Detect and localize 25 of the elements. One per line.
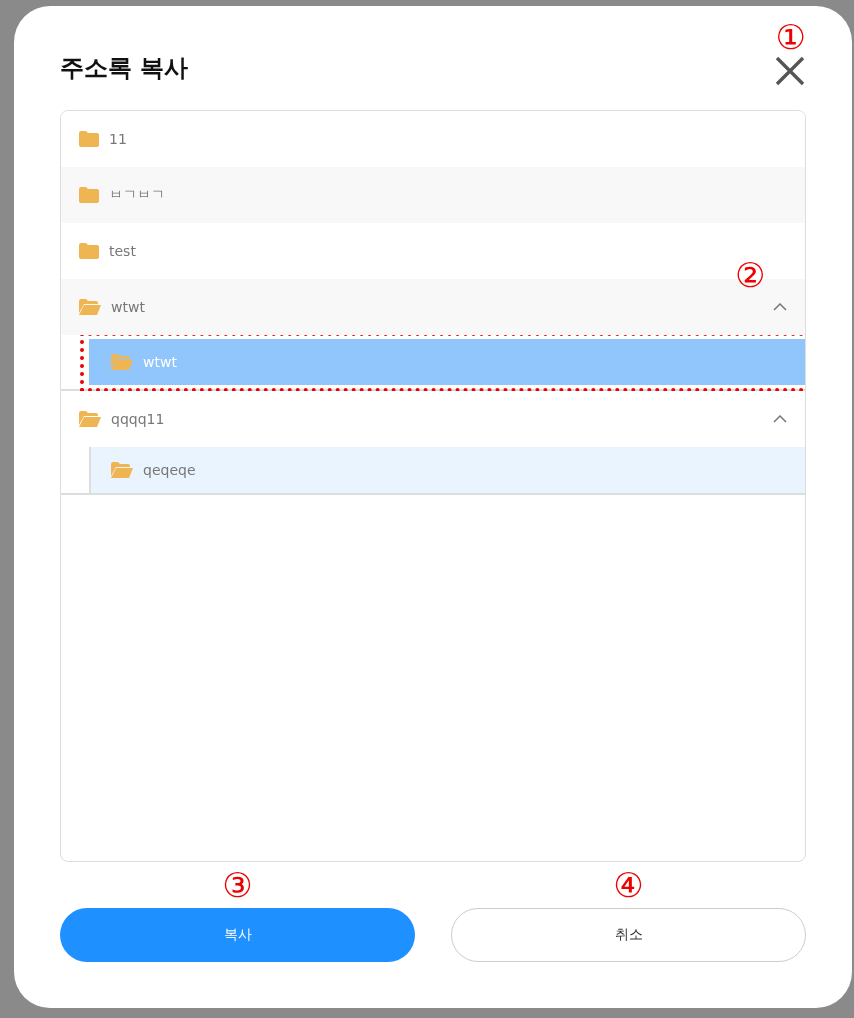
dialog-title: 주소록 복사 <box>60 53 189 84</box>
folder-name: qqqq11 <box>111 411 166 427</box>
folder-icon <box>79 187 99 203</box>
annotation-number: ④ <box>613 864 644 907</box>
caret-up-icon[interactable] <box>773 303 787 311</box>
folder-name: wtwt <box>111 299 146 315</box>
folder-name: test <box>109 243 137 259</box>
folder-name: wtwt <box>143 354 178 370</box>
folder-name: ㅂㄱㅂㄱ <box>109 186 166 204</box>
folder-name: qeqeqe <box>143 462 197 478</box>
caret-up-icon[interactable] <box>773 415 787 423</box>
annotation-number: ③ <box>222 864 253 907</box>
open-folder-icon <box>111 354 133 370</box>
folder-name: 11 <box>109 131 128 147</box>
open-folder-icon <box>79 299 101 315</box>
open-folder-icon <box>111 462 133 478</box>
folder-icon <box>79 131 99 147</box>
open-folder-icon <box>79 411 101 427</box>
copy-button[interactable]: 복사 <box>60 908 415 962</box>
folder-row[interactable]: ㅂㄱㅂㄱ <box>61 167 805 223</box>
annotation-number: ① <box>775 20 806 54</box>
cancel-button[interactable]: 취소 <box>451 908 806 962</box>
folder-icon <box>79 243 99 259</box>
close-icon[interactable] <box>774 55 806 87</box>
subfolder-row[interactable]: qeqeqe <box>89 447 805 493</box>
